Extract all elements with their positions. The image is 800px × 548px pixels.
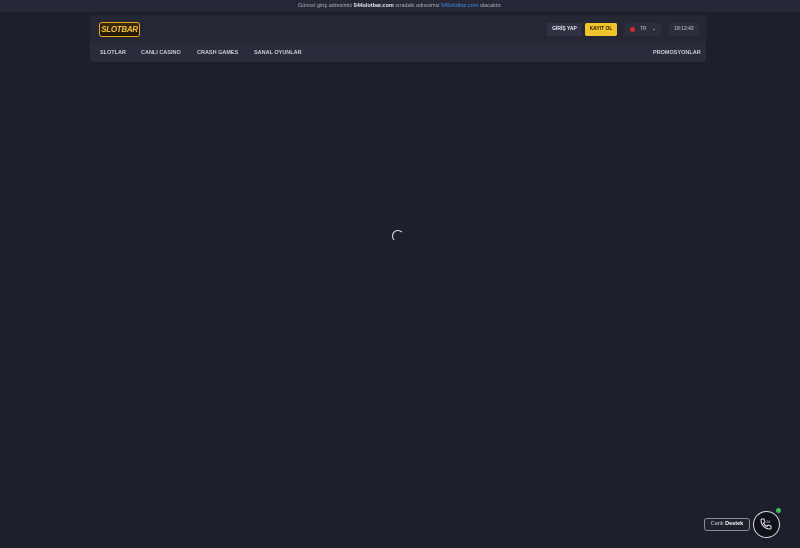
turkey-flag-icon xyxy=(630,27,635,32)
support-prefix: Canlı xyxy=(710,521,724,527)
nav-item-canli-casino[interactable]: CANLI CASINO xyxy=(141,44,181,62)
announcement-bar: Güncel giriş adresimiz 544slotbar.com sı… xyxy=(0,0,800,12)
nav-item-sanal-oyunlar[interactable]: SANAL OYUNLAR xyxy=(254,44,302,62)
svg-text:24: 24 xyxy=(767,520,771,524)
nav-item-promosyonlar[interactable]: PROMOSYONLAR xyxy=(653,44,701,62)
login-button[interactable]: GİRİŞ YAP xyxy=(547,23,582,36)
register-button[interactable]: KAYIT OL xyxy=(585,23,617,36)
announcement-prefix: Güncel giriş adresimiz xyxy=(298,3,353,9)
nav-item-crash-games[interactable]: CRASH GAMES xyxy=(197,44,238,62)
support-label: Destek xyxy=(725,521,744,527)
site-header: SLOTBAR GİRİŞ YAP KAYIT OL TR ⌄ 18:12:42… xyxy=(90,15,706,62)
site-logo[interactable]: SLOTBAR xyxy=(99,22,140,37)
language-label: TR xyxy=(640,26,647,32)
clock: 18:12:42 xyxy=(669,23,699,36)
phone-24-7-icon: 24 xyxy=(760,518,772,530)
current-domain[interactable]: 544slotbar.com xyxy=(354,3,394,9)
announcement-middle: sıradaki adresimiz xyxy=(395,3,440,9)
support-phone-button[interactable]: 24 xyxy=(753,511,780,538)
chevron-down-icon: ⌄ xyxy=(652,26,657,32)
nav-item-slotlar[interactable]: SLOTLAR xyxy=(100,44,126,62)
main-nav: SLOTLAR CANLI CASINO CRASH GAMES SANAL O… xyxy=(90,44,706,62)
live-support-button[interactable]: Canlı Destek xyxy=(704,518,750,531)
next-domain[interactable]: 545slotbar.com xyxy=(441,3,478,9)
announcement-suffix: olacaktır. xyxy=(479,3,502,9)
header-top-row: SLOTBAR GİRİŞ YAP KAYIT OL TR ⌄ 18:12:42 xyxy=(90,15,706,44)
loading-spinner xyxy=(392,230,404,242)
online-status-dot xyxy=(776,508,781,513)
language-selector[interactable]: TR ⌄ xyxy=(625,23,661,36)
